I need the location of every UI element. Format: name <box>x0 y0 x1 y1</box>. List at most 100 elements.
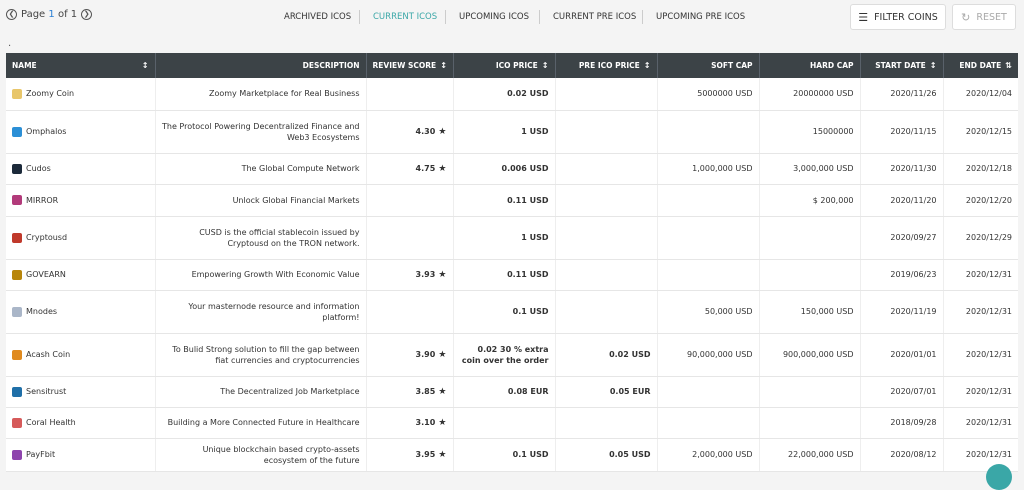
soft-cap-cell <box>657 216 760 260</box>
coin-name[interactable]: Coral Health <box>26 418 76 427</box>
description-cell: Zoomy Marketplace for Real Business <box>155 78 367 111</box>
soft-cap-cell: 2,000,000 USD <box>657 438 760 472</box>
sort-icon: ↕ <box>929 61 937 70</box>
coin-name[interactable]: MIRROR <box>26 196 58 205</box>
coin-name[interactable]: Zoomy Coin <box>26 89 74 98</box>
reset-button[interactable]: ↻ RESET <box>952 4 1016 30</box>
col-ico-price[interactable]: ICO PRICE ↕ <box>453 53 556 78</box>
end-date-cell: 2020/12/18 <box>943 153 1018 185</box>
review-score-cell <box>366 78 454 111</box>
col-name[interactable]: NAME ↕ <box>6 53 156 78</box>
end-date-cell: 2020/12/31 <box>943 290 1018 334</box>
review-score-cell: 3.95 ★ <box>366 438 454 472</box>
coin-logo-icon <box>12 449 22 460</box>
top-bar: ❮ Page 1 of 1 ❯ ARCHIVED ICOS CURRENT IC… <box>0 0 1024 34</box>
table-row[interactable]: Sensitrust The Decentralized Job Marketpl… <box>6 376 1018 408</box>
table-row[interactable]: Cryptousd CUSD is the official stablecoin… <box>6 216 1018 260</box>
coin-name-cell[interactable]: Zoomy Coin <box>6 78 156 111</box>
pre-ico-price-cell: 0.05 USD <box>555 438 658 472</box>
tab-current-icos[interactable]: CURRENT ICOS <box>373 12 437 22</box>
coin-logo-icon <box>12 195 22 205</box>
star-icon: ★ <box>435 349 447 360</box>
tab-upcoming-icos[interactable]: UPCOMING ICOS <box>459 12 529 22</box>
col-description: DESCRIPTION <box>155 53 367 78</box>
chat-button[interactable] <box>986 464 1012 490</box>
coin-name[interactable]: Sensitrust <box>26 387 66 396</box>
col-end-date[interactable]: END DATE ⇅ <box>943 53 1018 78</box>
review-score-cell: 3.85 ★ <box>366 376 454 408</box>
coin-name[interactable]: GOVEARN <box>26 270 66 279</box>
star-icon: ★ <box>435 386 447 397</box>
coin-name-cell[interactable]: GOVEARN <box>6 259 156 291</box>
table-row[interactable]: Cudos The Global Compute Network 4.75 ★ 0.0… <box>6 153 1018 185</box>
hard-cap-cell <box>759 407 861 439</box>
start-date-cell: 2020/11/15 <box>860 110 944 154</box>
coin-name[interactable]: Cryptousd <box>26 233 67 242</box>
coin-name-cell[interactable]: PayFbit <box>6 438 156 472</box>
col-review-score[interactable]: REVIEW SCORE ↕ <box>366 53 454 78</box>
start-date-cell: 2019/06/23 <box>860 259 944 291</box>
coin-name-cell[interactable]: Cudos <box>6 153 156 185</box>
hard-cap-cell: 20000000 USD <box>759 78 861 111</box>
filter-sliders-icon: ☰ <box>858 10 869 24</box>
tab-archived-icos[interactable]: ARCHIVED ICOS <box>284 12 351 22</box>
end-date-cell: 2020/12/20 <box>943 184 1018 217</box>
star-icon: ★ <box>435 269 447 280</box>
review-score-cell <box>366 184 454 217</box>
col-soft-cap: SOFT CAP <box>657 53 760 78</box>
coin-name-cell[interactable]: Cryptousd <box>6 216 156 260</box>
start-date-cell: 2020/07/01 <box>860 376 944 408</box>
table-row[interactable]: Omphalos The Protocol Powering Decentrali… <box>6 110 1018 154</box>
description-cell: To Bulid Strong solution to fill the gap… <box>155 333 367 377</box>
soft-cap-cell: 5000000 USD <box>657 78 760 111</box>
ico-price-cell: 0.11 USD <box>453 259 556 291</box>
coin-name[interactable]: PayFbit <box>26 450 55 459</box>
coin-name-cell[interactable]: MIRROR <box>6 184 156 217</box>
col-hard-cap: HARD CAP <box>759 53 861 78</box>
table-row[interactable]: Mnodes Your masternode resource and infor… <box>6 290 1018 334</box>
col-start-date[interactable]: START DATE ↕ <box>860 53 944 78</box>
coin-name[interactable]: Acash Coin <box>26 350 70 359</box>
table-row[interactable]: Coral Health Building a More Connected Fu… <box>6 407 1018 439</box>
pre-ico-price-cell <box>555 290 658 334</box>
coin-name[interactable]: Mnodes <box>26 307 57 316</box>
ico-price-cell: 0.1 USD <box>453 438 556 472</box>
coin-name-cell[interactable]: Coral Health <box>6 407 156 439</box>
hard-cap-cell <box>759 259 861 291</box>
ico-price-cell <box>453 407 556 439</box>
soft-cap-cell: 1,000,000 USD <box>657 153 760 185</box>
table-row[interactable]: Acash Coin To Bulid Strong solution to fi… <box>6 333 1018 377</box>
hard-cap-cell <box>759 376 861 408</box>
sort-icon: ↕ <box>440 61 447 70</box>
coin-name-cell[interactable]: Mnodes <box>6 290 156 334</box>
col-pre-ico-price[interactable]: PRE ICO PRICE ↕ <box>555 53 658 78</box>
star-icon: ★ <box>435 417 447 428</box>
coin-logo-icon <box>12 349 22 360</box>
review-score-cell: 4.30 ★ <box>366 110 454 154</box>
table-header-row: NAME ↕ DESCRIPTION REVIEW SCORE ↕ ICO PRIC… <box>6 53 1018 78</box>
filter-coins-button[interactable]: ☰ FILTER COINS <box>850 4 946 30</box>
pre-ico-price-cell <box>555 407 658 439</box>
review-score-cell <box>366 216 454 260</box>
table-row[interactable]: GOVEARN Empowering Growth With Economic V… <box>6 259 1018 291</box>
tab-upcoming-pre-icos[interactable]: UPCOMING PRE ICOS <box>656 12 745 22</box>
end-date-cell: 2020/12/31 <box>943 407 1018 439</box>
coin-name[interactable]: Omphalos <box>26 127 66 136</box>
coin-name-cell[interactable]: Omphalos <box>6 110 156 154</box>
sort-icon: ↕ <box>541 61 549 70</box>
description-cell: Unlock Global Financial Markets <box>155 184 367 217</box>
coin-name[interactable]: Cudos <box>26 164 51 173</box>
table-row[interactable]: MIRROR Unlock Global Financial Markets 0.1… <box>6 184 1018 217</box>
end-date-cell: 2020/12/04 <box>943 78 1018 111</box>
coin-name-cell[interactable]: Acash Coin <box>6 333 156 377</box>
ico-price-cell: 0.08 EUR <box>453 376 556 408</box>
tab-divider <box>359 10 360 24</box>
start-date-cell: 2020/09/27 <box>860 216 944 260</box>
star-icon: ★ <box>435 449 447 460</box>
start-date-cell: 2020/11/30 <box>860 153 944 185</box>
table-row[interactable]: Zoomy Coin Zoomy Marketplace for Real Bus… <box>6 78 1018 111</box>
pre-ico-price-cell: 0.05 EUR <box>555 376 658 408</box>
coin-name-cell[interactable]: Sensitrust <box>6 376 156 408</box>
tab-current-pre-icos[interactable]: CURRENT PRE ICOS <box>553 12 636 22</box>
table-row[interactable]: PayFbit Unique blockchain based crypto-as… <box>6 438 1018 472</box>
